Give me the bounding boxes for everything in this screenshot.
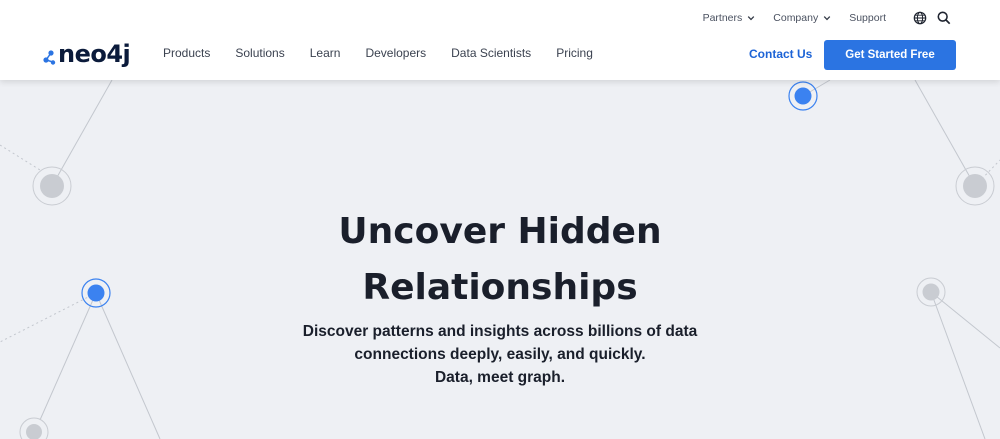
hero-subtitle: Discover patterns and insights across bi… [0,320,1000,389]
partners-label: Partners [702,12,743,24]
utility-nav: Partners Company Support [685,9,952,27]
chevron-down-icon [823,16,831,21]
nav-item-data-scientists[interactable]: Data Scientists [451,46,531,60]
nav-item-products[interactable]: Products [163,46,210,60]
globe-icon[interactable] [912,10,928,26]
hero-title-line-2: Relationships [362,267,638,308]
main-nav: Products Solutions Learn Developers Data… [163,46,618,60]
support-label: Support [849,12,886,24]
chevron-down-icon [748,16,755,21]
partners-menu[interactable]: Partners [703,12,756,24]
hero-title: Uncover Hidden Relationships [0,204,1000,316]
nav-item-learn[interactable]: Learn [310,46,341,60]
hero-subtitle-line-1: Discover patterns and insights across bi… [302,323,698,340]
neo4j-logo[interactable]: neo4j [42,40,131,68]
hero-subtitle-line-2: connections deeply, easily, and quickly. [354,346,646,363]
get-started-free-button[interactable]: Get Started Free [824,40,956,70]
company-label: Company [773,12,819,24]
hero-tagline: Data, meet graph. [434,369,566,386]
company-menu[interactable]: Company [773,12,831,24]
logo-wordmark: neo4j [58,40,131,68]
contact-us-link[interactable]: Contact Us [749,47,812,61]
hero-title-line-1: Uncover Hidden [338,211,662,252]
support-link[interactable]: Support [849,12,886,24]
search-icon[interactable] [936,10,952,26]
nav-item-pricing[interactable]: Pricing [556,46,593,60]
nav-item-developers[interactable]: Developers [365,46,426,60]
logo-graph-icon [43,50,56,65]
site-header: Partners Company Support neo4j Products … [0,0,1000,80]
nav-item-solutions[interactable]: Solutions [235,46,284,60]
